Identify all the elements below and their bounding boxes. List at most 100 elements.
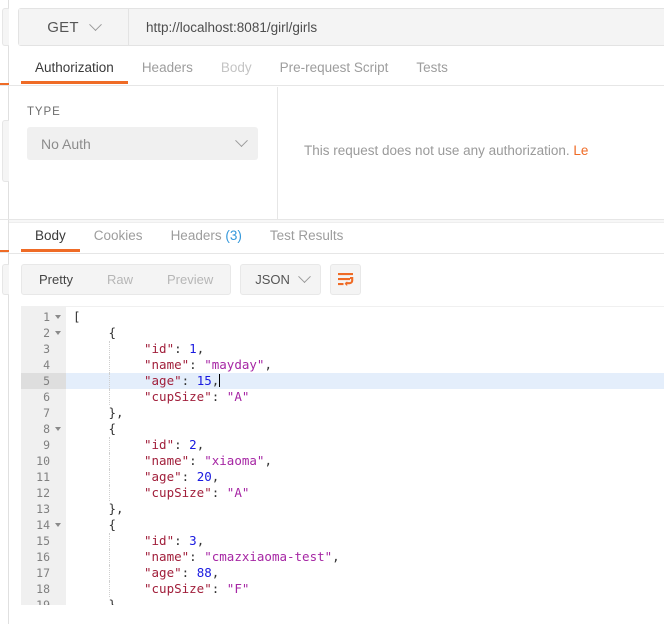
token: :: [212, 389, 227, 404]
chevron-down-icon: [298, 270, 311, 283]
token: 20: [197, 469, 212, 484]
token: ,: [197, 533, 205, 548]
code-line[interactable]: 4"name": "mayday",: [21, 357, 664, 373]
token: :: [189, 357, 204, 372]
auth-note-learn-more-link[interactable]: Le: [573, 143, 588, 158]
response-tab-body-label: Body: [35, 228, 66, 243]
request-tab-pre-request-script[interactable]: Pre-request Script: [266, 56, 403, 84]
line-number: 13: [21, 501, 66, 517]
response-tab-body[interactable]: Body: [21, 224, 80, 252]
response-format-value: JSON: [255, 272, 290, 287]
code-line[interactable]: 2{: [21, 325, 664, 341]
code-line[interactable]: 13},: [21, 501, 664, 517]
indent-guide: [109, 533, 145, 549]
token: "xiaoma": [204, 453, 264, 468]
indent-guide: [73, 421, 109, 437]
response-tab-headers-label: Headers: [171, 228, 222, 243]
line-number: 18: [21, 581, 66, 597]
token: }: [109, 597, 117, 605]
code-text: [: [66, 309, 664, 325]
fold-triangle-icon[interactable]: [53, 517, 62, 533]
code-line[interactable]: 7},: [21, 405, 664, 421]
token: "id": [144, 533, 174, 548]
indent-guide: [109, 469, 145, 485]
request-tab-headers[interactable]: Headers: [128, 56, 207, 84]
view-mode-pretty[interactable]: Pretty: [22, 265, 90, 294]
line-number: 9: [21, 437, 66, 453]
response-tab-test-results-label: Test Results: [270, 228, 344, 243]
response-body-editor[interactable]: 1[2{3"id": 1,4"name": "mayday",5"age": 1…: [21, 306, 664, 605]
code-text: },: [66, 405, 664, 421]
view-mode-raw[interactable]: Raw: [90, 265, 150, 294]
code-line[interactable]: 12"cupSize": "A": [21, 485, 664, 501]
response-tab-headers[interactable]: Headers (3): [157, 224, 256, 252]
response-format-select[interactable]: JSON: [240, 264, 321, 295]
fold-triangle-icon[interactable]: [53, 325, 62, 341]
token: :: [182, 565, 197, 580]
response-tab-cookies[interactable]: Cookies: [80, 224, 157, 252]
code-line[interactable]: 15"id": 3,: [21, 533, 664, 549]
token: [: [73, 309, 81, 324]
request-tab-body[interactable]: Body: [207, 56, 266, 84]
token: ,: [212, 565, 220, 580]
auth-type-select[interactable]: No Auth: [27, 127, 258, 160]
code-line[interactable]: 19}: [21, 597, 664, 605]
indent-guide: [73, 581, 109, 597]
response-tab-test-results[interactable]: Test Results: [256, 224, 358, 252]
code-line[interactable]: 18"cupSize": "F": [21, 581, 664, 597]
token: ,: [212, 373, 220, 388]
token: ,: [264, 357, 272, 372]
code-line[interactable]: 8{: [21, 421, 664, 437]
postman-window: GET http://localhost:8081/girl/girls Aut…: [0, 0, 664, 624]
line-number: 10: [21, 453, 66, 469]
code-line[interactable]: 17"age": 88,: [21, 565, 664, 581]
auth-type-value: No Auth: [41, 136, 237, 152]
request-tab-pre-request-script-label: Pre-request Script: [280, 60, 389, 75]
request-tab-body-label: Body: [221, 60, 252, 75]
line-number: 17: [21, 565, 66, 581]
request-tab-tests[interactable]: Tests: [402, 56, 462, 84]
view-mode-preview[interactable]: Preview: [150, 265, 230, 294]
sliver-accent-2: [0, 250, 9, 252]
token: },: [109, 501, 124, 516]
code-line[interactable]: 6"cupSize": "A": [21, 389, 664, 405]
code-text: {: [66, 325, 664, 341]
token: "age": [144, 373, 182, 388]
fold-triangle-icon[interactable]: [53, 421, 62, 437]
request-url-bar: GET http://localhost:8081/girl/girls: [18, 8, 664, 46]
text-cursor: [219, 374, 220, 387]
fold-triangle-icon[interactable]: [53, 309, 62, 325]
http-method-selector[interactable]: GET: [19, 9, 129, 45]
auth-no-auth-note: This request does not use any authorizat…: [304, 143, 588, 158]
token: ,: [212, 469, 220, 484]
token: ,: [197, 437, 205, 452]
code-line[interactable]: 1[: [21, 309, 664, 325]
code-line[interactable]: 3"id": 1,: [21, 341, 664, 357]
sliver-rule-1: [0, 85, 9, 86]
line-number: 12: [21, 485, 66, 501]
token: ,: [332, 549, 340, 564]
code-line[interactable]: 11"age": 20,: [21, 469, 664, 485]
request-url-input[interactable]: http://localhost:8081/girl/girls: [129, 9, 664, 45]
token: :: [174, 437, 189, 452]
wrap-text-button[interactable]: [330, 264, 361, 295]
code-line[interactable]: 9"id": 2,: [21, 437, 664, 453]
request-tab-authorization[interactable]: Authorization: [21, 56, 128, 84]
token: :: [189, 453, 204, 468]
code-line[interactable]: 14{: [21, 517, 664, 533]
token: :: [189, 549, 204, 564]
response-toolbar: Pretty Raw Preview JSON: [21, 264, 361, 295]
left-panel-sliver: [0, 0, 9, 624]
token: {: [109, 325, 117, 340]
token: "cupSize": [144, 581, 212, 596]
line-number: 11: [21, 469, 66, 485]
code-text: {: [66, 517, 664, 533]
code-line[interactable]: 10"name": "xiaoma",: [21, 453, 664, 469]
request-tab-bar: Authorization Headers Body Pre-request S…: [9, 56, 664, 86]
chevron-down-icon: [235, 134, 248, 147]
code-line[interactable]: 5"age": 15,: [21, 373, 664, 389]
token: "A": [227, 485, 250, 500]
code-line[interactable]: 16"name": "cmazxiaoma-test",: [21, 549, 664, 565]
pane-splitter[interactable]: [9, 219, 664, 223]
sliver-toolbar-edge: [2, 264, 9, 295]
